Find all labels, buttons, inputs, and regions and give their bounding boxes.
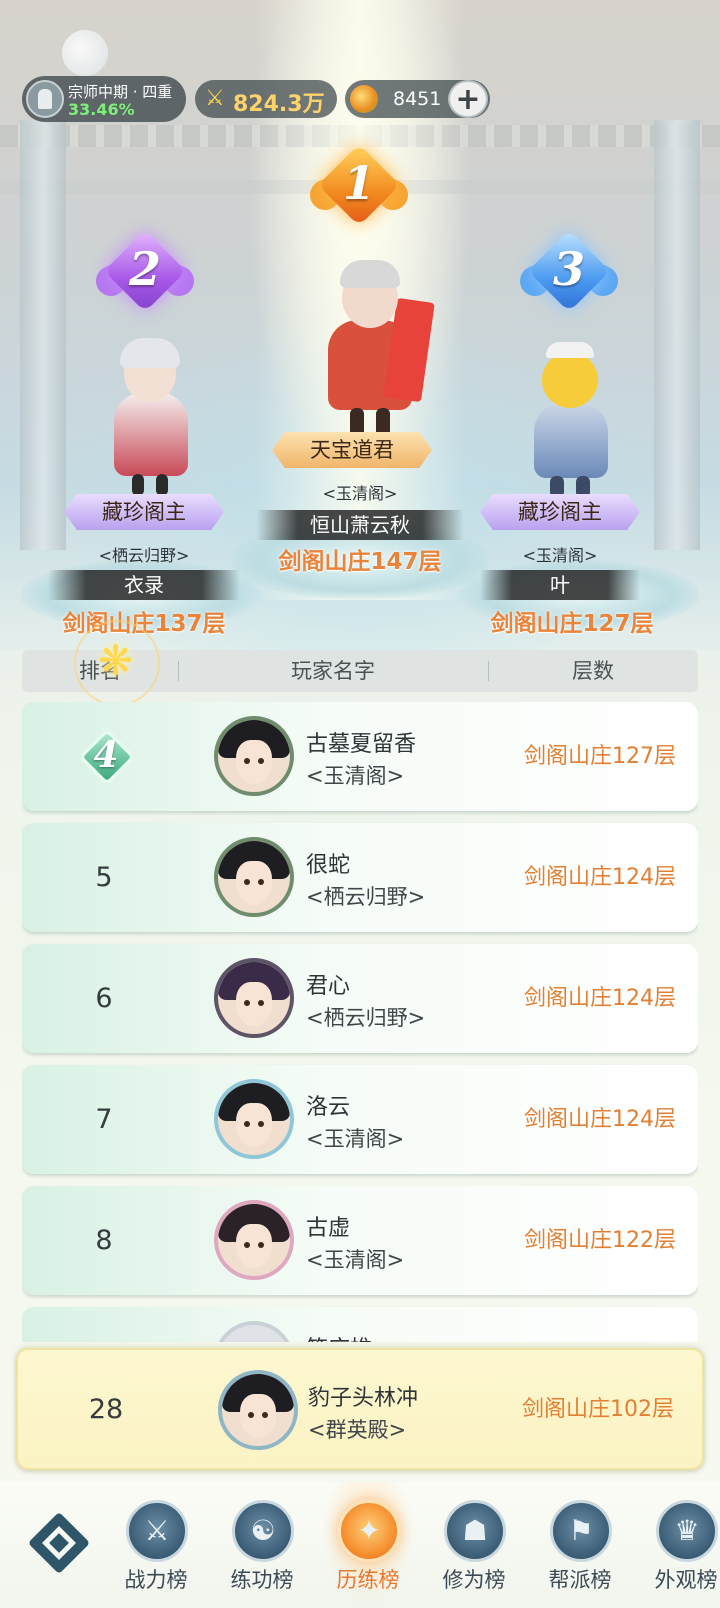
my-player-floor: 剑阁山庄102层: [522, 1397, 674, 1422]
compass-star-icon: ✦: [338, 1500, 400, 1562]
my-avatar[interactable]: [218, 1370, 298, 1450]
player-rank: [52, 1307, 156, 1342]
cultivation-level-title: 宗师中期 · 四重: [68, 83, 173, 101]
currency-pill[interactable]: 8451 +: [345, 80, 490, 118]
player-floor: 剑阁山庄122层: [524, 1228, 676, 1253]
table-row[interactable]: 7 洛云 <玉清阁> 剑阁山庄124层: [22, 1065, 698, 1174]
rank-1-title: 天宝道君: [272, 432, 432, 468]
crossed-swords-icon: ⚔: [205, 86, 225, 111]
player-rank: 8: [95, 1225, 113, 1256]
rank-1-floor: 剑阁山庄147层: [278, 549, 442, 575]
tab-guild[interactable]: ⚑ 帮派榜: [528, 1482, 632, 1608]
avatar[interactable]: [214, 1079, 294, 1159]
banner-icon: ⚑: [550, 1500, 612, 1562]
player-name: 古虚: [306, 1216, 351, 1241]
rank-1-badge: 1: [305, 143, 413, 228]
crossed-swords-icon: ⚔: [126, 1500, 188, 1562]
tab-label: 修为榜: [442, 1568, 506, 1592]
avatar[interactable]: [214, 1321, 294, 1342]
rank-4-badge: 4: [78, 728, 136, 786]
tab-label: 帮派榜: [548, 1568, 612, 1592]
my-player-name: 豹子头林冲: [308, 1386, 419, 1411]
player-name: 古墓夏留香: [306, 732, 417, 757]
tab-cultivation[interactable]: ☗ 修为榜: [422, 1482, 526, 1608]
tab-label: 战力榜: [124, 1568, 188, 1592]
rank-1-guild: <玉清阁>: [322, 484, 398, 503]
player-name: 笑床椎: [306, 1331, 372, 1342]
header-player-name: 玩家名字: [291, 659, 375, 683]
tab-label: 外观榜: [654, 1568, 718, 1592]
cultivation-level-pill[interactable]: 宗师中期 · 四重 33.46%: [22, 76, 186, 122]
player-name: 君心: [306, 974, 351, 999]
rank-3-character[interactable]: [516, 340, 626, 500]
rank-3-guild: <玉清阁>: [522, 546, 598, 565]
player-guild: <玉清阁>: [306, 764, 405, 788]
rank-1-player[interactable]: 恒山萧云秋: [256, 510, 464, 540]
player-rank: 5: [95, 862, 113, 893]
combat-power-value: 824.3万: [233, 92, 325, 117]
rank-2-guild: <栖云归野>: [98, 546, 190, 565]
rank-3-floor: 剑阁山庄127层: [490, 611, 654, 637]
player-guild: <栖云归野>: [306, 1006, 426, 1030]
coin-icon: [350, 85, 378, 113]
avatar[interactable]: [214, 958, 294, 1038]
tab-appearance[interactable]: ♛ 外观榜: [634, 1482, 720, 1608]
rank-2-badge: 2: [91, 229, 199, 314]
combat-power-pill[interactable]: ⚔ 824.3万: [195, 80, 337, 118]
player-name: 很蛇: [306, 853, 351, 878]
my-player-guild: <群英殿>: [308, 1418, 407, 1442]
yin-yang-icon: ☯: [232, 1500, 294, 1562]
table-row[interactable]: 5 很蛇 <栖云归野> 剑阁山庄124层: [22, 823, 698, 932]
player-floor: 剑阁山庄124层: [524, 986, 676, 1011]
player-rank: 7: [95, 1104, 113, 1135]
sparkle-effect-icon: [74, 620, 160, 706]
pillar-right: [654, 120, 700, 550]
pillar-left: [20, 120, 66, 550]
my-rank-row[interactable]: 28 豹子头林冲 <群英殿> 剑阁山庄102层: [16, 1348, 704, 1470]
rank-2-character[interactable]: [96, 330, 206, 500]
my-rank: 28: [88, 1394, 124, 1425]
currency-value: 8451: [393, 88, 442, 110]
player-rank: 6: [95, 983, 113, 1014]
cultivation-progress: 33.46%: [68, 100, 135, 119]
rank-3-badge: 3: [515, 229, 623, 314]
header-floor: 层数: [572, 659, 614, 683]
player-floor: 剑阁山庄124层: [524, 865, 676, 890]
add-currency-button[interactable]: +: [448, 80, 488, 118]
player-guild: <玉清阁>: [306, 1127, 405, 1151]
player-floor: 剑阁山庄124层: [524, 1107, 676, 1132]
tab-combat-power[interactable]: ⚔ 战力榜: [104, 1482, 208, 1608]
table-row[interactable]: 8 古虚 <玉清阁> 剑阁山庄122层: [22, 1186, 698, 1295]
player-name: 洛云: [306, 1095, 351, 1120]
avatar[interactable]: [214, 1200, 294, 1280]
table-row[interactable]: 笑床椎: [22, 1307, 698, 1342]
table-row[interactable]: 4 古墓夏留香 <玉清阁> 剑阁山庄127层: [22, 702, 698, 811]
rank-2-title: 藏珍阁主: [64, 494, 224, 530]
ranking-list[interactable]: 4 古墓夏留香 <玉清阁> 剑阁山庄127层 5 很蛇 <栖云归野> 剑阁山庄1…: [22, 702, 698, 1342]
avatar[interactable]: [214, 837, 294, 917]
moon-decoration: [62, 30, 108, 76]
player-guild: <玉清阁>: [306, 1248, 405, 1272]
bottom-nav: ⚔ 战力榜 ☯ 练功榜 ✦ 历练榜 ☗ 修为榜 ⚑ 帮派榜 ♛ 外观榜: [0, 1482, 720, 1608]
tab-trial[interactable]: ✦ 历练榜: [316, 1482, 420, 1608]
rank-2-player[interactable]: 衣录: [48, 570, 240, 600]
diamond-menu-icon[interactable]: [22, 1506, 96, 1580]
tab-training[interactable]: ☯ 练功榜: [210, 1482, 314, 1608]
cultivation-avatar-icon: [26, 80, 64, 118]
tab-label: 练功榜: [230, 1568, 294, 1592]
tab-label: 历练榜: [336, 1568, 400, 1592]
hat-icon: ☗: [444, 1500, 506, 1562]
player-floor: 剑阁山庄127层: [524, 744, 676, 769]
rank-3-player[interactable]: 叶: [480, 570, 640, 600]
table-row[interactable]: 6 君心 <栖云归野> 剑阁山庄124层: [22, 944, 698, 1053]
rank-3-title: 藏珍阁主: [480, 494, 640, 530]
rank-1-character[interactable]: [300, 250, 440, 450]
avatar[interactable]: [214, 716, 294, 796]
mask-icon: ♛: [656, 1500, 718, 1562]
player-guild: <栖云归野>: [306, 885, 426, 909]
